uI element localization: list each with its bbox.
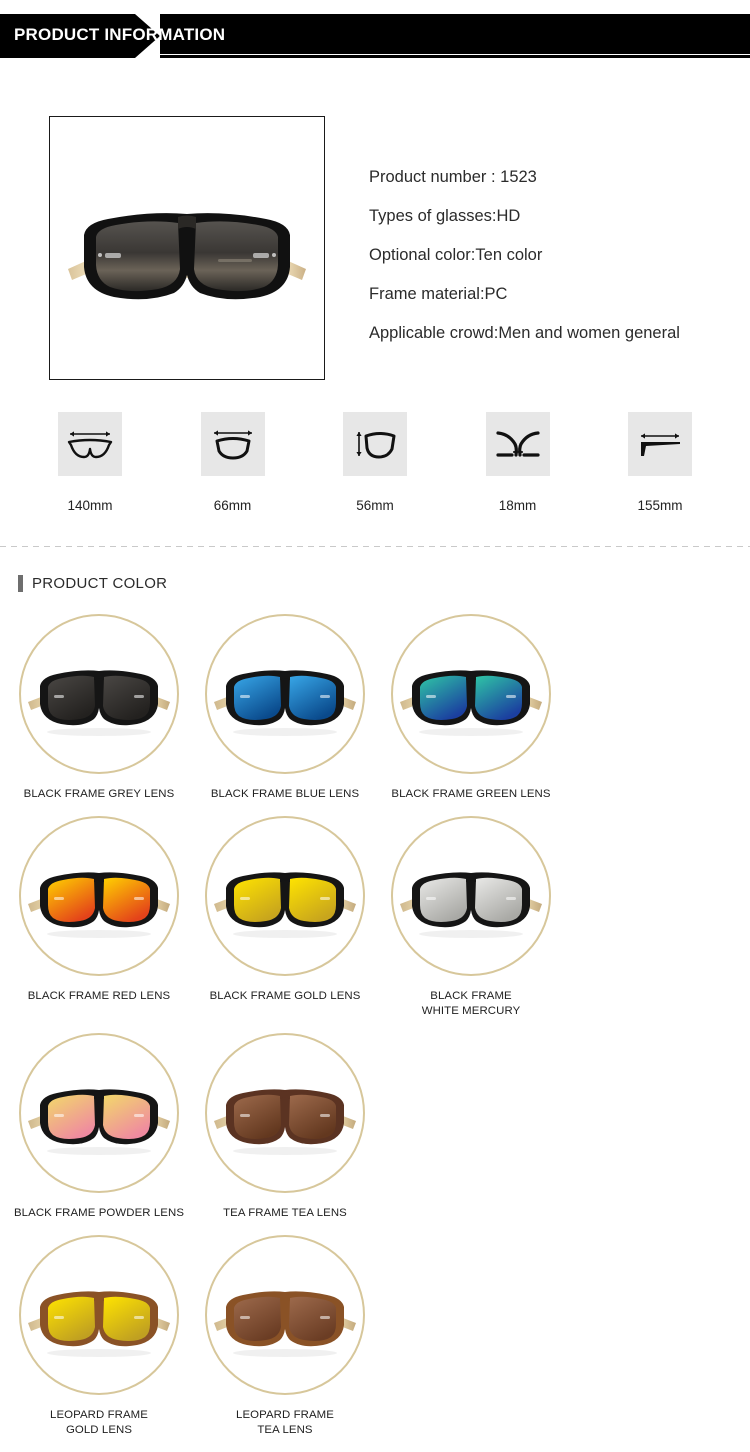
temple-length-icon xyxy=(628,412,692,476)
lens-width-glyph xyxy=(67,431,113,459)
sunglasses-variant-illustration xyxy=(214,872,356,938)
measurement-temple-length: 155mm xyxy=(600,412,720,513)
color-variant-thumb[interactable] xyxy=(391,614,551,774)
measurement-label: 155mm xyxy=(637,498,683,513)
color-variant-label: BLACK FRAME GOLD LENS xyxy=(209,990,361,1002)
color-variant-circle xyxy=(19,614,179,774)
frame-width-glyph xyxy=(213,430,252,460)
sunglasses-variant-illustration xyxy=(28,872,170,938)
color-variant-thumb[interactable] xyxy=(19,614,179,774)
section-accent-bar xyxy=(18,575,23,592)
color-variant-label: BLACK FRAME RED LENS xyxy=(27,990,171,1002)
color-variant-thumb[interactable] xyxy=(205,614,365,774)
sunglasses-variant-illustration xyxy=(214,670,356,736)
measurement-frame-width: 66mm xyxy=(173,412,293,513)
color-variant-circle xyxy=(205,614,365,774)
measurement-label: 140mm xyxy=(67,498,113,513)
color-variant-circle xyxy=(391,816,551,976)
color-variant-circle xyxy=(205,1033,365,1193)
product-color-section-header: PRODUCT COLOR xyxy=(18,575,750,592)
sunglasses-variant-illustration xyxy=(28,1089,170,1155)
banner-underline xyxy=(160,54,750,55)
temple-length-glyph xyxy=(641,433,680,456)
color-variant-item[interactable]: BLACK FRAME BLUE LENS xyxy=(192,614,378,802)
page-header-banner: PRODUCT INFORMATION xyxy=(0,0,750,72)
sunglasses-variant-illustration xyxy=(214,1291,356,1357)
color-variant-circle xyxy=(19,816,179,976)
color-variant-thumb[interactable] xyxy=(19,1235,179,1395)
color-variant-thumb[interactable] xyxy=(391,816,551,976)
color-variant-thumb[interactable] xyxy=(205,1033,365,1193)
color-variant-item[interactable]: BLACK FRAME GOLD LENS xyxy=(192,816,378,1019)
product-main-image[interactable] xyxy=(49,116,325,380)
sunglasses-variant-illustration xyxy=(28,1291,170,1357)
sunglasses-variant-illustration xyxy=(214,1089,356,1155)
color-variant-thumb[interactable] xyxy=(205,1235,365,1395)
color-variant-item[interactable]: BLACK FRAME GREY LENS xyxy=(6,614,192,802)
measurements-row: 140mm 66mm 56mm 18mm 155mm xyxy=(0,412,750,513)
color-variant-circle xyxy=(205,1235,365,1395)
bridge-width-icon xyxy=(485,412,550,476)
color-variant-label: BLACK FRAME POWDER LENS xyxy=(13,1207,185,1219)
lens-width-icon xyxy=(58,412,122,476)
color-variant-item[interactable]: LEOPARD FRAME TEA LENS xyxy=(192,1235,378,1438)
spec-types-of-glasses: Types of glasses:HD xyxy=(369,207,521,225)
color-variant-thumb[interactable] xyxy=(19,1033,179,1193)
color-variant-label: BLACK FRAME BLUE LENS xyxy=(210,788,360,800)
color-variant-thumb[interactable] xyxy=(19,816,179,976)
color-variant-circle xyxy=(205,816,365,976)
color-variant-circle xyxy=(19,1235,179,1395)
color-variant-label: BLACK FRAME WHITE MERCURY xyxy=(421,990,521,1017)
section-title: PRODUCT COLOR xyxy=(32,575,168,592)
page-title: PRODUCT INFORMATION xyxy=(14,25,226,44)
color-variant-item[interactable]: BLACK FRAME POWDER LENS xyxy=(6,1033,192,1221)
grid-spacer xyxy=(378,1033,564,1235)
bridge-width-glyph xyxy=(495,431,540,457)
color-variant-thumb[interactable] xyxy=(205,816,365,976)
sunglasses-variant-illustration xyxy=(28,670,170,736)
measurement-lens-width: 140mm xyxy=(30,412,150,513)
lens-height-icon xyxy=(343,412,407,476)
product-color-grid: BLACK FRAME GREY LENS BLACK FRAME BLUE LE… xyxy=(0,614,750,1452)
product-spec-list: Product number : 1523 Types of glasses:H… xyxy=(369,116,750,380)
color-variant-item[interactable]: BLACK FRAME GREEN LENS xyxy=(378,614,564,802)
color-variant-label: TEA FRAME TEA LENS xyxy=(223,1207,347,1219)
color-variant-circle xyxy=(19,1033,179,1193)
color-variant-label: LEOPARD FRAME GOLD LENS xyxy=(50,1409,148,1436)
measurement-label: 66mm xyxy=(213,498,252,513)
color-variant-item[interactable]: BLACK FRAME RED LENS xyxy=(6,816,192,1019)
frame-width-icon xyxy=(200,412,265,476)
color-variant-label: BLACK FRAME GREEN LENS xyxy=(391,788,551,800)
sunglasses-variant-illustration xyxy=(400,670,542,736)
section-divider xyxy=(0,546,750,547)
measurement-label: 18mm xyxy=(498,498,537,513)
spec-applicable-crowd: Applicable crowd:Men and women general xyxy=(369,324,680,342)
measurement-bridge-width: 18mm xyxy=(458,412,578,513)
sunglasses-variant-illustration xyxy=(400,872,542,938)
color-variant-item[interactable]: TEA FRAME TEA LENS xyxy=(192,1033,378,1221)
product-hero: Product number : 1523 Types of glasses:H… xyxy=(0,72,750,380)
color-variant-item[interactable]: LEOPARD FRAME GOLD LENS xyxy=(6,1235,192,1438)
spec-frame-material: Frame material:PC xyxy=(369,285,508,303)
sunglasses-illustration xyxy=(68,213,306,300)
color-variant-circle xyxy=(391,614,551,774)
spec-product-number: Product number : 1523 xyxy=(369,168,537,186)
spec-optional-color: Optional color:Ten color xyxy=(369,246,543,264)
color-variant-label: BLACK FRAME GREY LENS xyxy=(23,788,175,800)
color-variant-label: LEOPARD FRAME TEA LENS xyxy=(236,1409,334,1436)
lens-height-glyph xyxy=(356,432,396,459)
measurement-label: 56mm xyxy=(356,498,394,513)
measurement-lens-height: 56mm xyxy=(315,412,435,513)
color-variant-item[interactable]: BLACK FRAME WHITE MERCURY xyxy=(378,816,564,1019)
